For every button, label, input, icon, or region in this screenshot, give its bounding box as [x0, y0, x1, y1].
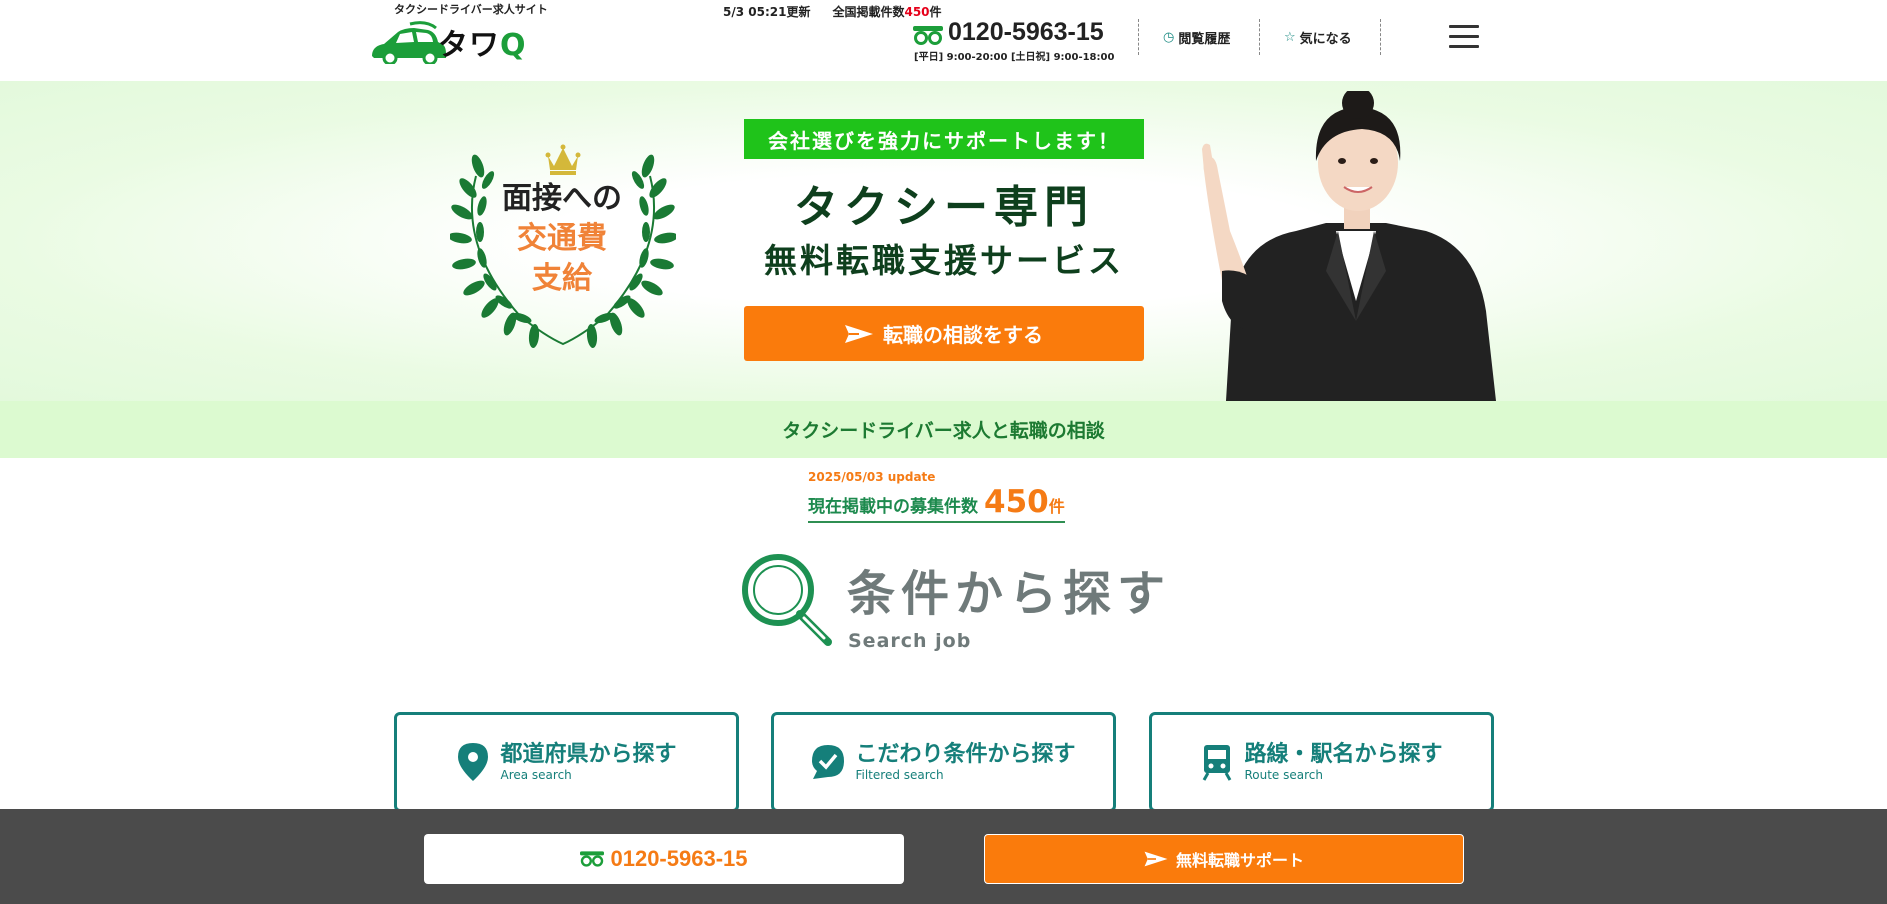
history-link[interactable]: ◷ 閲覧履歴	[1163, 28, 1230, 47]
paper-plane-icon	[1144, 851, 1168, 867]
free-dial-icon	[913, 26, 943, 45]
menu-icon[interactable]	[1449, 25, 1479, 51]
consult-button[interactable]: 転職の相談をする	[744, 306, 1144, 361]
favorite-link[interactable]: ☆ 気になる	[1284, 28, 1352, 47]
support-badge: 会社選びを強力にサポートします！	[744, 119, 1144, 159]
filtered-search-card[interactable]: こだわり条件から探す Filtered search	[771, 712, 1116, 812]
area-search-label: 都道府県から探す	[500, 742, 677, 767]
search-section-title: 条件から探す	[847, 566, 1172, 622]
star-icon: ☆	[1284, 30, 1296, 45]
clock-icon: ◷	[1163, 30, 1175, 45]
phone-hours: [平日] 9:00-20:00 [土日祝] 9:00-18:00	[914, 52, 1115, 63]
model-woman-image	[1202, 91, 1496, 401]
interview-transport-badge: 面接への 交通費 支給	[502, 181, 622, 296]
hero-banner: 面接への 交通費 支給 会社選びを強力にサポートします！ タクシー専門 無料転職…	[0, 81, 1887, 401]
logo-tagline: タクシードライバー求人サイト	[394, 3, 548, 16]
divider	[1259, 19, 1260, 55]
search-section-subtitle: Search job	[848, 630, 972, 652]
area-search-en: Area search	[500, 768, 572, 782]
logo-text[interactable]: タワQ	[438, 20, 527, 64]
section-band: タクシードライバー求人と転職の相談	[0, 401, 1887, 458]
check-bubble-icon	[812, 745, 845, 779]
listing-count-link[interactable]: 現在掲載中の募集件数 450 件	[808, 484, 1065, 523]
divider	[1138, 19, 1139, 55]
update-info: 5/3 05:21更新 全国掲載件数450件	[723, 5, 942, 19]
update-date: 2025/05/03 update	[808, 470, 936, 484]
train-icon	[1203, 745, 1232, 781]
magnifier-icon	[742, 554, 832, 646]
divider	[1380, 19, 1381, 55]
hero-title: タクシー専門 無料転職支援サービス	[764, 182, 1124, 280]
bottom-call-button[interactable]: 0120-5963-15	[424, 834, 904, 884]
route-search-card[interactable]: 路線・駅名から探す Route search	[1149, 712, 1494, 812]
header-phone-number[interactable]: 0120-5963-15	[948, 18, 1104, 47]
free-dial-icon	[580, 851, 605, 867]
bottom-action-bar: 0120-5963-15 無料転職サポート	[0, 809, 1887, 904]
route-search-label: 路線・駅名から探す	[1244, 742, 1443, 767]
route-search-en: Route search	[1244, 768, 1323, 782]
area-search-card[interactable]: 都道府県から探す Area search	[394, 712, 739, 812]
map-pin-icon	[458, 743, 489, 781]
paper-plane-icon	[845, 324, 873, 343]
filtered-search-label: こだわり条件から探す	[855, 742, 1076, 767]
filtered-search-en: Filtered search	[855, 768, 944, 782]
bottom-support-button[interactable]: 無料転職サポート	[984, 834, 1464, 884]
site-header: タクシードライバー求人サイト タワQ 5/3 05:21更新 全国掲載件数450件…	[0, 0, 1887, 81]
